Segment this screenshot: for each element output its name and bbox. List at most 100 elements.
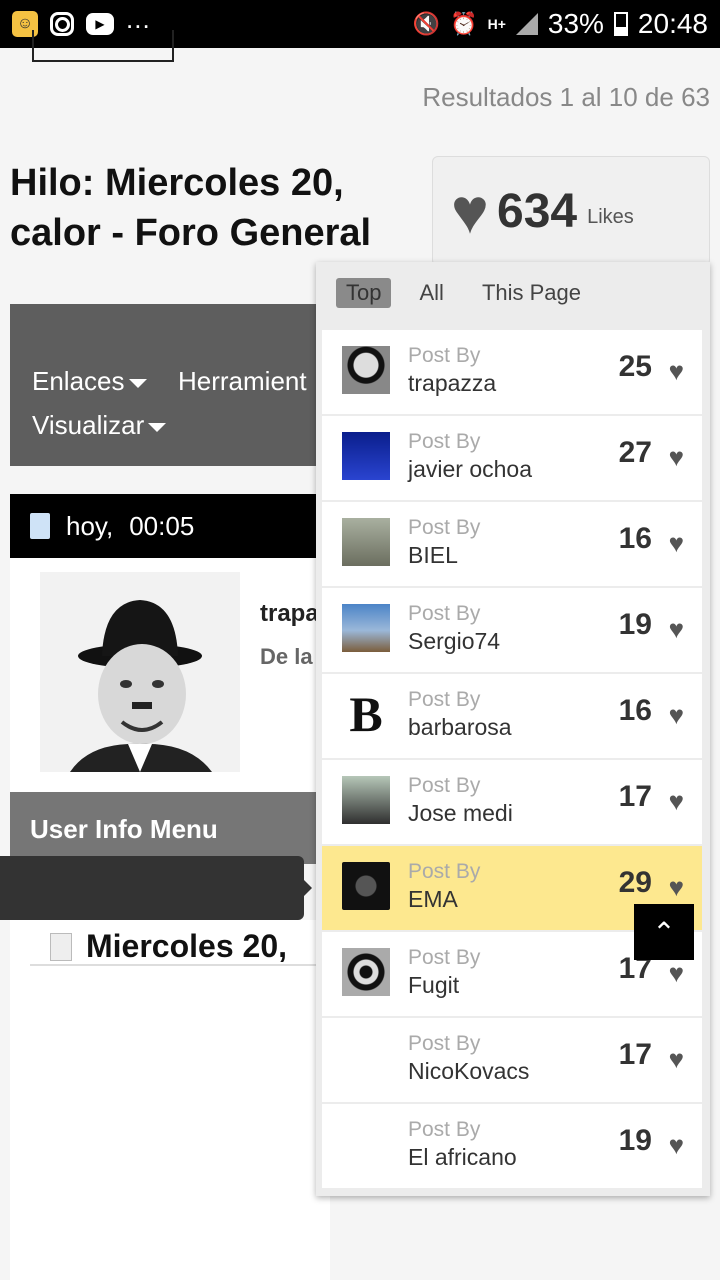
- avatar[interactable]: [342, 1034, 390, 1082]
- post-by-label: Post By: [408, 344, 481, 367]
- avatar[interactable]: B: [342, 689, 390, 739]
- like-count: 27: [618, 436, 652, 469]
- tab-top[interactable]: Top: [336, 278, 392, 308]
- likes-count: 634: [497, 184, 578, 238]
- tab-all[interactable]: All: [409, 278, 453, 308]
- list-item-username[interactable]: Sergio74: [408, 628, 500, 655]
- like-count: 16: [618, 694, 652, 727]
- like-count: 19: [618, 608, 652, 641]
- page-title: Hilo: Miercoles 20, calor - Foro General: [10, 162, 372, 254]
- results-count: Resultados 1 al 10 de 63: [422, 82, 710, 112]
- like-count: 16: [618, 522, 652, 555]
- post-by-label: Post By: [408, 430, 481, 453]
- likes-list: Post By trapazza 25 ♥ Post By javier ochoa…: [322, 330, 702, 1190]
- mute-icon: 🔇: [412, 11, 441, 36]
- list-item-username[interactable]: javier ochoa: [408, 456, 532, 483]
- avatar[interactable]: [40, 572, 240, 772]
- likes-label: Likes: [587, 205, 634, 228]
- list-item[interactable]: Post By NicoKovacs 17 ♥: [322, 1018, 702, 1104]
- avatar[interactable]: [342, 948, 390, 996]
- document-icon: [50, 932, 72, 961]
- post-by-label: Post By: [408, 688, 481, 711]
- post-by-label: Post By: [408, 516, 481, 539]
- post-by-label: Post By: [408, 1032, 481, 1055]
- likes-summary-button[interactable]: ♥ 634 Likes: [432, 156, 710, 266]
- heart-icon: ♥: [668, 614, 684, 644]
- heart-icon: ♥: [668, 442, 684, 472]
- list-item-username[interactable]: NicoKovacs: [408, 1058, 529, 1085]
- heart-icon: ♥: [668, 786, 684, 816]
- list-item[interactable]: Post By javier ochoa 27 ♥: [322, 416, 702, 502]
- list-item-username[interactable]: EMA: [408, 886, 480, 913]
- like-count: 17: [618, 1038, 652, 1071]
- post-subject-text: Miercoles 20,: [86, 928, 287, 964]
- clock: 20:48: [637, 8, 708, 39]
- avatar[interactable]: [342, 776, 390, 824]
- signal-icon: [515, 13, 538, 35]
- post-by-label: Post By: [408, 946, 481, 969]
- post-time: 00:05: [129, 510, 195, 541]
- chevron-down-icon: [128, 378, 147, 388]
- list-item-username[interactable]: barbarosa: [408, 714, 512, 741]
- menu-links[interactable]: Enlaces: [32, 366, 147, 397]
- menu-tools[interactable]: Herramient: [178, 366, 307, 397]
- battery-percent: 33%: [547, 8, 604, 39]
- list-item-username[interactable]: Jose medi: [408, 800, 513, 827]
- post-by-label: Post By: [408, 1118, 481, 1141]
- list-item[interactable]: Post By Jose medi 17 ♥: [322, 760, 702, 846]
- likes-dropdown-panel: Top All This Page Post By trapazza 25 ♥ P…: [316, 262, 710, 1196]
- avatar[interactable]: [342, 862, 390, 910]
- tab-this-page[interactable]: This Page: [472, 278, 591, 308]
- avatar[interactable]: [342, 432, 390, 480]
- user-info-menu[interactable]: User Info Menu: [10, 792, 330, 864]
- avatar[interactable]: [342, 518, 390, 566]
- menu-view-label: Visualizar: [32, 410, 145, 440]
- chevron-up-icon: ⌃: [652, 916, 676, 948]
- like-count: 29: [618, 866, 652, 899]
- avatar[interactable]: [342, 1120, 390, 1168]
- like-count: 19: [618, 1124, 652, 1157]
- heart-icon: ♥: [668, 1130, 684, 1160]
- likes-tabs: Top All This Page: [336, 278, 591, 308]
- list-item[interactable]: B Post By barbarosa 16 ♥: [322, 674, 702, 760]
- scroll-to-top-button[interactable]: ⌃: [634, 904, 694, 960]
- list-item[interactable]: Post By BIEL 16 ♥: [322, 502, 702, 588]
- post-user-location: De la: [260, 644, 313, 669]
- heart-icon: ♥: [451, 175, 489, 247]
- site-logo[interactable]: [32, 30, 174, 62]
- like-count: 17: [618, 780, 652, 813]
- like-count: 25: [618, 350, 652, 383]
- post-username[interactable]: trapa: [260, 600, 319, 628]
- list-item[interactable]: Post By Sergio74 19 ♥: [322, 588, 702, 674]
- list-item-username[interactable]: trapazza: [408, 370, 496, 397]
- battery-icon: [613, 12, 628, 36]
- heart-icon: ♥: [668, 356, 684, 386]
- heart-icon: ♥: [668, 958, 684, 988]
- list-item-username[interactable]: El africano: [408, 1144, 517, 1171]
- list-item-username[interactable]: BIEL: [408, 542, 480, 569]
- list-item-username[interactable]: Fugit: [408, 972, 480, 999]
- alarm-icon: ⏰: [450, 11, 478, 36]
- chevron-down-icon: [148, 422, 167, 432]
- heart-icon: ♥: [668, 1044, 684, 1074]
- post-subject: Miercoles 20,: [50, 928, 287, 965]
- post-author-card: trapa De la: [10, 558, 330, 792]
- avatar[interactable]: [342, 346, 390, 394]
- post-by-label: Post By: [408, 774, 481, 797]
- heart-icon: ♥: [668, 700, 684, 730]
- tooltip-arrow: [304, 880, 312, 896]
- post-date: hoy,: [66, 510, 114, 541]
- menu-view[interactable]: Visualizar: [32, 410, 167, 441]
- list-item[interactable]: Post By trapazza 25 ♥: [322, 330, 702, 416]
- divider: [30, 964, 330, 966]
- network-type: H+: [487, 16, 506, 32]
- post-by-label: Post By: [408, 860, 481, 883]
- menu-links-label: Enlaces: [32, 366, 125, 396]
- document-icon: [30, 513, 50, 539]
- avatar[interactable]: [342, 604, 390, 652]
- post-body: Miercoles 20,: [10, 920, 330, 1280]
- heart-icon: ♥: [668, 872, 684, 902]
- menu-tools-label: Herramient: [178, 366, 307, 396]
- user-info-menu-label: User Info Menu: [30, 814, 218, 844]
- list-item[interactable]: Post By El africano 19 ♥: [322, 1104, 702, 1190]
